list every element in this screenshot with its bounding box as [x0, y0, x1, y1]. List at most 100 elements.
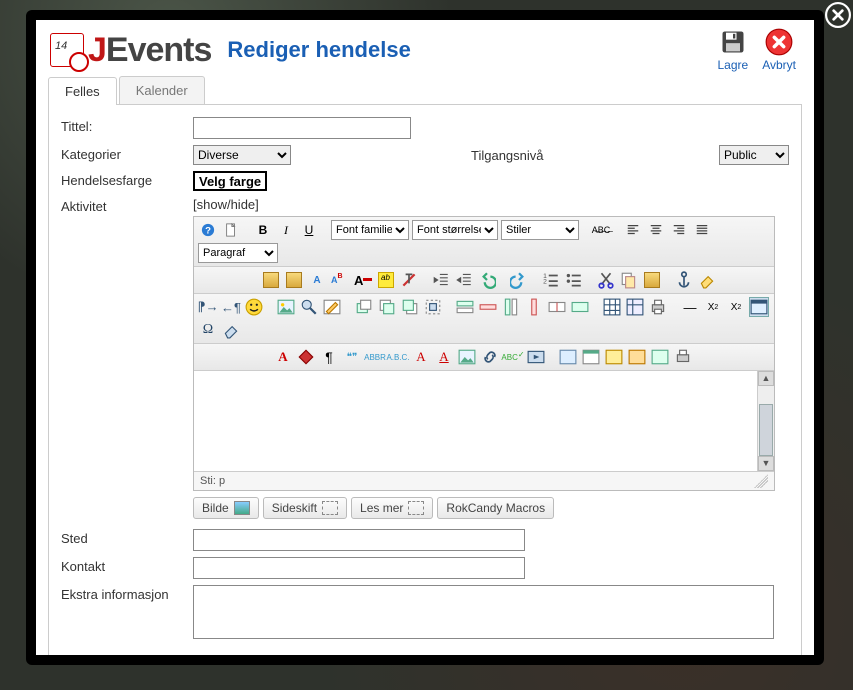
copy-icon[interactable]	[619, 270, 639, 290]
fontsize-select[interactable]: Font størrelse	[412, 220, 498, 240]
media-icon[interactable]	[526, 347, 546, 367]
move-forward-icon[interactable]	[377, 297, 397, 317]
contact-input[interactable]	[193, 557, 525, 579]
preview-icon[interactable]	[673, 347, 693, 367]
styles-select[interactable]: Stiler	[501, 220, 579, 240]
table-insert-icon[interactable]	[602, 297, 622, 317]
scroll-down-icon[interactable]: ▼	[758, 456, 774, 471]
cancel-button[interactable]: Avbryt	[762, 28, 796, 72]
category-select[interactable]: Diverse	[193, 145, 291, 165]
italic-icon[interactable]: I	[276, 220, 296, 240]
text-color-icon[interactable]: A	[353, 270, 373, 290]
image-icon[interactable]	[276, 297, 296, 317]
underline-icon[interactable]: U	[299, 220, 319, 240]
remove-format-icon[interactable]	[399, 270, 419, 290]
pick-color-button[interactable]: Velg farge	[193, 171, 267, 191]
insert-image-button[interactable]: Bilde	[193, 497, 259, 519]
cut-icon[interactable]	[596, 270, 616, 290]
showhide-toggle[interactable]: [show/hide]	[193, 197, 259, 212]
print-icon[interactable]	[648, 297, 668, 317]
style-a-icon[interactable]: A	[273, 347, 293, 367]
access-select[interactable]: Public	[719, 145, 789, 165]
special-char-icon[interactable]: Ω	[198, 320, 218, 340]
edit-html-icon[interactable]	[322, 297, 342, 317]
scroll-up-icon[interactable]: ▲	[758, 371, 774, 386]
paste-word-icon[interactable]	[284, 270, 304, 290]
rtl-icon[interactable]: ←¶	[221, 297, 241, 317]
anchor-icon[interactable]	[674, 270, 694, 290]
eraser-icon[interactable]	[697, 270, 717, 290]
rokcandy-button[interactable]: RokCandy Macros	[437, 497, 554, 519]
strike-icon[interactable]: A̶B̶C̶	[591, 220, 611, 240]
horizontal-rule-icon[interactable]: —	[680, 297, 700, 317]
diamond-icon[interactable]	[296, 347, 316, 367]
superscript-icon[interactable]: X2	[726, 297, 746, 317]
indent-icon[interactable]	[454, 270, 474, 290]
tab-common[interactable]: Felles	[48, 77, 117, 105]
table-props-icon[interactable]	[625, 297, 645, 317]
embed-icon[interactable]	[627, 347, 647, 367]
paste-icon[interactable]	[261, 270, 281, 290]
resize-handle[interactable]	[754, 474, 768, 488]
find-icon[interactable]: A	[307, 270, 327, 290]
delete-col-icon[interactable]	[524, 297, 544, 317]
outdent-icon[interactable]	[431, 270, 451, 290]
redo-icon[interactable]	[509, 270, 529, 290]
image2-icon[interactable]	[457, 347, 477, 367]
replace-icon[interactable]: AB	[330, 270, 350, 290]
title-input[interactable]	[193, 117, 411, 139]
readmore-button[interactable]: Les mer	[351, 497, 433, 519]
paragraph-select[interactable]: Paragraf	[198, 243, 278, 263]
emoji-icon[interactable]	[244, 297, 264, 317]
acronym-icon[interactable]: A.B.C.	[388, 347, 408, 367]
blockquote-icon[interactable]: ❝❞	[342, 347, 362, 367]
label-extra: Ekstra informasjon	[61, 585, 193, 602]
delete-row-icon[interactable]	[478, 297, 498, 317]
spellcheck-icon[interactable]: ABC✓	[503, 347, 523, 367]
ltr-icon[interactable]: ⁋→	[198, 297, 218, 317]
source-icon[interactable]	[650, 347, 670, 367]
layer-icon[interactable]	[354, 297, 374, 317]
unordered-list-icon[interactable]	[564, 270, 584, 290]
scroll-thumb[interactable]	[759, 404, 773, 456]
pilcrow-icon[interactable]: ¶	[319, 347, 339, 367]
align-left-icon[interactable]	[623, 220, 643, 240]
save-button[interactable]: Lagre	[718, 28, 749, 72]
bold-icon[interactable]: B	[253, 220, 273, 240]
style-a2-icon[interactable]: A	[411, 347, 431, 367]
date-icon[interactable]	[749, 297, 769, 317]
newdoc-icon[interactable]	[221, 220, 241, 240]
place-input[interactable]	[193, 529, 525, 551]
insert-row-icon[interactable]	[455, 297, 475, 317]
move-back-icon[interactable]	[400, 297, 420, 317]
align-justify-icon[interactable]	[692, 220, 712, 240]
tab-calendar[interactable]: Kalender	[119, 76, 205, 104]
extra-textarea[interactable]	[193, 585, 774, 639]
merge-cell-icon[interactable]	[570, 297, 590, 317]
cleanup-icon[interactable]	[221, 320, 241, 340]
abbr-icon[interactable]: ABBR	[365, 347, 385, 367]
audio-icon[interactable]	[604, 347, 624, 367]
style-a3-icon[interactable]: A	[434, 347, 454, 367]
flash-icon[interactable]	[558, 347, 578, 367]
movie-icon[interactable]	[581, 347, 601, 367]
ordered-list-icon[interactable]: 12	[541, 270, 561, 290]
fontfamily-select[interactable]: Font familie	[331, 220, 409, 240]
align-right-icon[interactable]	[669, 220, 689, 240]
align-center-icon[interactable]	[646, 220, 666, 240]
zoom-icon[interactable]	[299, 297, 319, 317]
editor-textarea[interactable]	[194, 371, 774, 471]
modal-close-button[interactable]	[825, 2, 851, 28]
abs-position-icon[interactable]	[423, 297, 443, 317]
split-cell-icon[interactable]	[547, 297, 567, 317]
undo-icon[interactable]	[477, 270, 497, 290]
pagebreak-button[interactable]: Sideskift	[263, 497, 347, 519]
editor-scrollbar[interactable]: ▲ ▼	[757, 371, 774, 471]
help-icon[interactable]: ?	[198, 220, 218, 240]
highlight-icon[interactable]: ab	[376, 270, 396, 290]
insert-col-icon[interactable]	[501, 297, 521, 317]
subscript-icon[interactable]: X2	[703, 297, 723, 317]
link-icon[interactable]	[480, 347, 500, 367]
paste-plain-icon[interactable]	[642, 270, 662, 290]
jevents-logo: JEvents	[50, 31, 211, 70]
